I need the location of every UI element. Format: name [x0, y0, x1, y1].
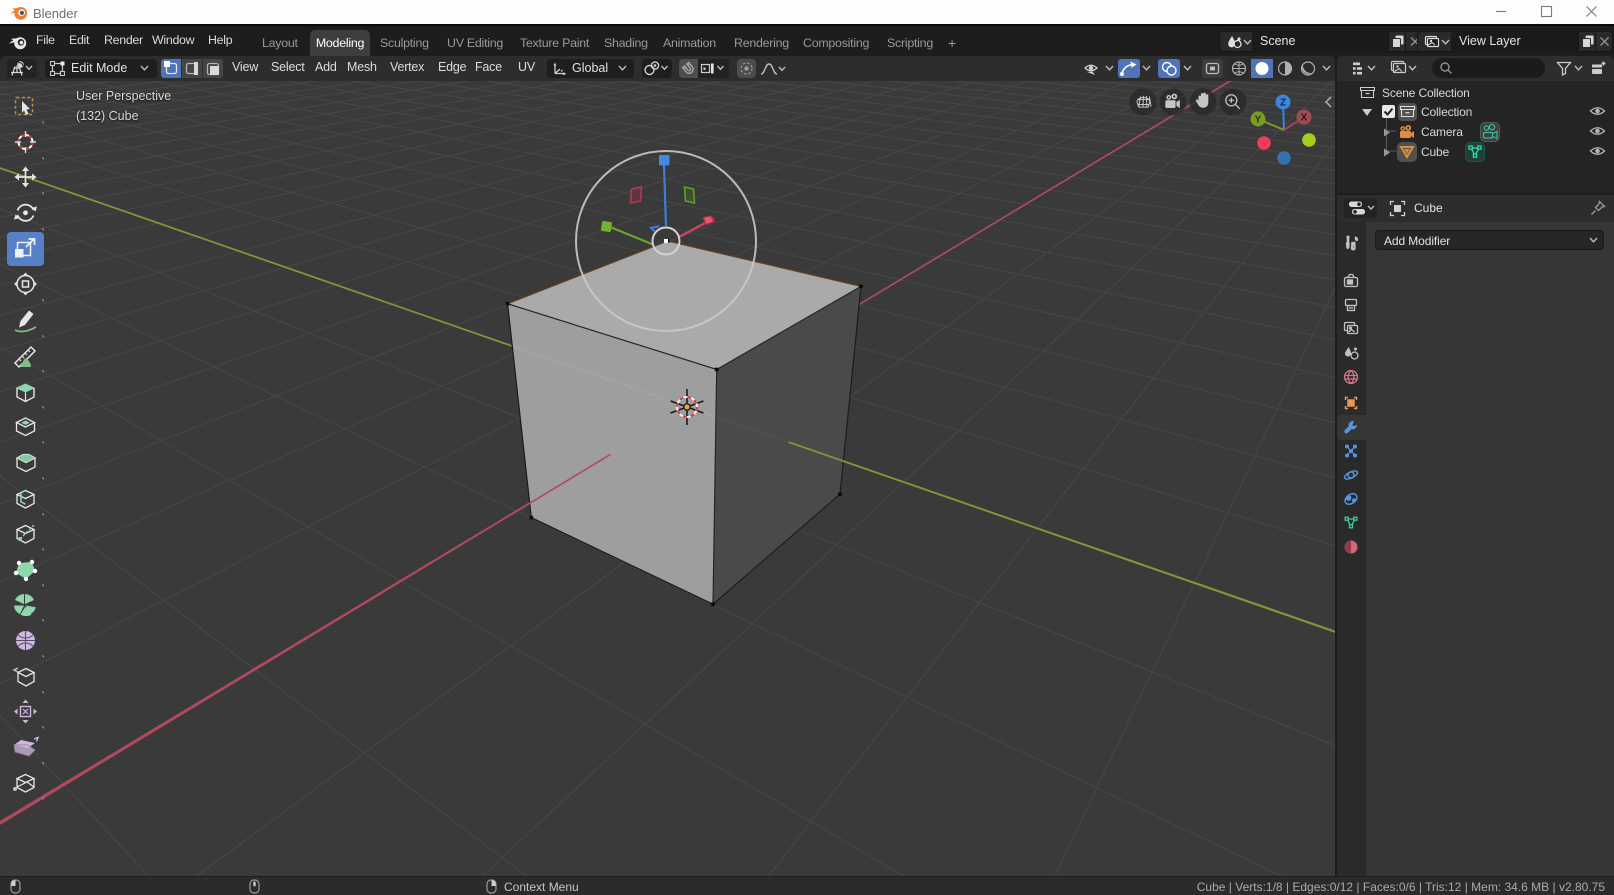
svg-text:Z: Z — [1280, 98, 1286, 109]
svg-text:Y: Y — [1255, 115, 1262, 126]
svg-text:X: X — [1301, 113, 1308, 124]
